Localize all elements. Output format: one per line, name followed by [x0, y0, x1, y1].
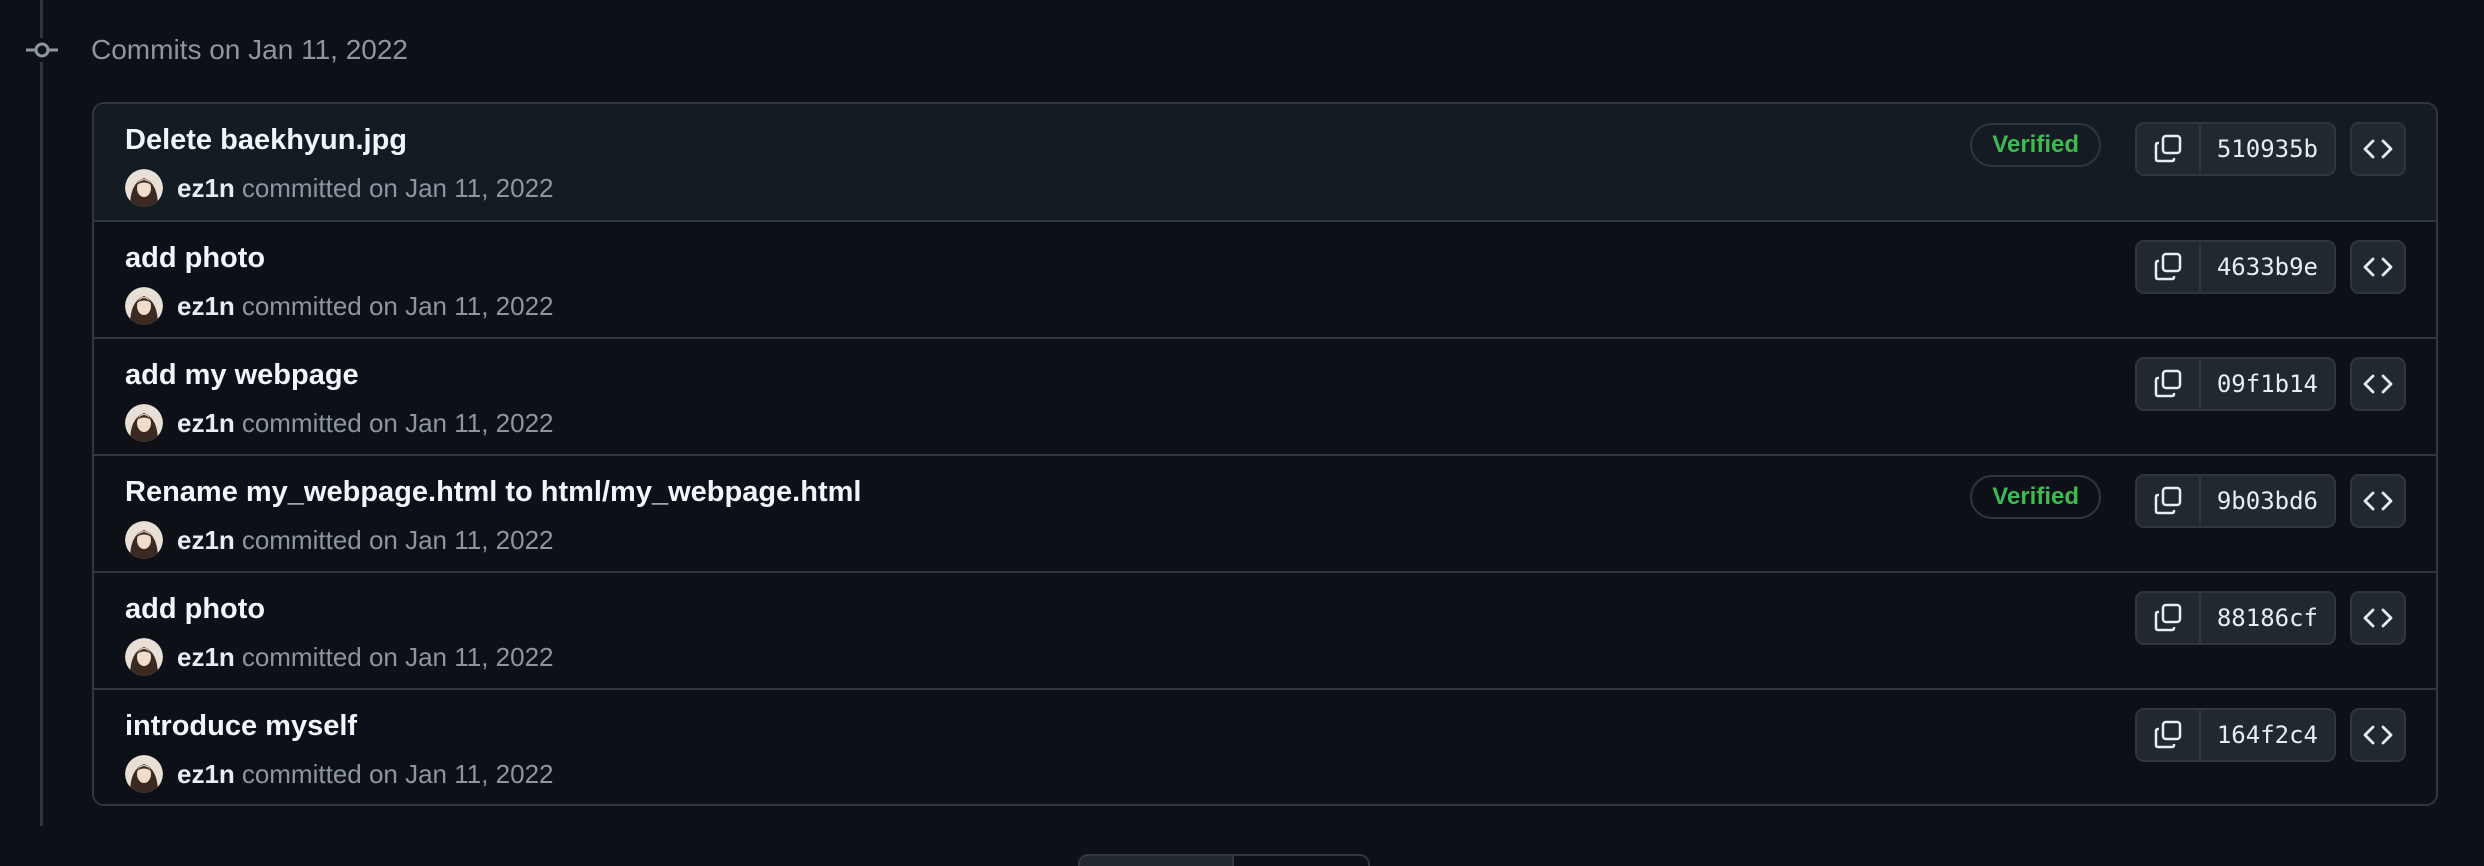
avatar[interactable]	[125, 638, 163, 676]
browse-repo-button[interactable]	[2350, 122, 2406, 176]
code-icon	[2363, 725, 2393, 745]
timeline-line	[40, 0, 43, 826]
commit-meta: ez1n committed on Jan 11, 2022	[125, 403, 554, 443]
commit-meta: ez1n committed on Jan 11, 2022	[125, 637, 554, 677]
verified-badge[interactable]: Verified	[1970, 475, 2101, 519]
commit-author-link[interactable]: ez1n	[177, 408, 235, 439]
commit-title-link[interactable]: Rename my_webpage.html to html/my_webpag…	[125, 472, 861, 512]
commit-author-link[interactable]: ez1n	[177, 642, 235, 673]
commit-title-link[interactable]: add photo	[125, 589, 265, 629]
copy-icon	[2154, 134, 2182, 163]
commit-sha-link[interactable]: 09f1b14	[2201, 359, 2334, 409]
commit-title-link[interactable]: add my webpage	[125, 355, 359, 395]
commit-meta: ez1n committed on Jan 11, 2022	[125, 286, 554, 326]
browse-repo-button[interactable]	[2350, 240, 2406, 294]
commit-sha-link[interactable]: 510935b	[2201, 124, 2334, 174]
commit-author-link[interactable]: ez1n	[177, 291, 235, 322]
avatar[interactable]	[125, 755, 163, 793]
sha-button-group: 09f1b14	[2134, 357, 2336, 411]
code-icon	[2363, 139, 2393, 159]
code-icon	[2363, 257, 2393, 277]
browse-repo-button[interactable]	[2350, 474, 2406, 528]
commit-title-link[interactable]: Delete baekhyun.jpg	[125, 120, 407, 160]
sha-button-group: 4633b9e	[2134, 240, 2336, 294]
commit-meta: ez1n committed on Jan 11, 2022	[125, 520, 554, 560]
commit-row: Rename my_webpage.html to html/my_webpag…	[94, 454, 2436, 571]
commit-meta: ez1n committed on Jan 11, 2022	[125, 168, 554, 208]
copy-icon	[2154, 486, 2182, 515]
code-icon	[2363, 491, 2393, 511]
verified-badge[interactable]: Verified	[1970, 123, 2101, 167]
commit-author-link[interactable]: ez1n	[177, 759, 235, 790]
commit-group-date: Commits on Jan 11, 2022	[91, 34, 408, 65]
commit-author-link[interactable]: ez1n	[177, 525, 235, 556]
browse-repo-button[interactable]	[2350, 708, 2406, 762]
previous-page-button[interactable]	[1080, 856, 1234, 866]
commit-date-text: committed on Jan 11, 2022	[241, 758, 554, 789]
sha-button-group: 164f2c4	[2134, 708, 2336, 762]
copy-sha-button[interactable]	[2137, 593, 2201, 643]
browse-repo-button[interactable]	[2350, 357, 2406, 411]
commit-date-text: committed on Jan 11, 2022	[241, 290, 554, 321]
commit-row: Delete baekhyun.jpg ez1n committed on Ja…	[94, 104, 2436, 220]
browse-repo-button[interactable]	[2350, 591, 2406, 645]
pagination	[1078, 854, 1370, 866]
avatar[interactable]	[125, 521, 163, 559]
avatar[interactable]	[125, 287, 163, 325]
commit-sha-link[interactable]: 164f2c4	[2201, 710, 2334, 760]
copy-sha-button[interactable]	[2137, 242, 2201, 292]
commit-sha-link[interactable]: 88186cf	[2201, 593, 2334, 643]
commit-row: add my webpage ez1n committed on Jan 11,…	[94, 337, 2436, 454]
commit-title-link[interactable]: add photo	[125, 238, 265, 278]
copy-sha-button[interactable]	[2137, 359, 2201, 409]
git-commit-icon	[26, 38, 58, 62]
avatar[interactable]	[125, 404, 163, 442]
commit-row: introduce myself ez1n committed on Jan 1…	[94, 688, 2436, 804]
commit-history: Commits on Jan 11, 2022 Delete baekhyun.…	[0, 0, 2484, 866]
sha-button-group: 9b03bd6	[2134, 474, 2336, 528]
avatar[interactable]	[125, 169, 163, 207]
commit-list: Delete baekhyun.jpg ez1n committed on Ja…	[92, 102, 2438, 806]
copy-icon	[2154, 252, 2182, 281]
commit-title-link[interactable]: introduce myself	[125, 706, 357, 746]
copy-sha-button[interactable]	[2137, 124, 2201, 174]
copy-icon	[2154, 720, 2182, 749]
commit-date-text: committed on Jan 11, 2022	[241, 641, 554, 672]
commit-row: add photo ez1n committed on Jan 11, 2022…	[94, 220, 2436, 337]
copy-icon	[2154, 603, 2182, 632]
commit-sha-link[interactable]: 9b03bd6	[2201, 476, 2334, 526]
copy-icon	[2154, 369, 2182, 398]
code-icon	[2363, 608, 2393, 628]
sha-button-group: 88186cf	[2134, 591, 2336, 645]
commit-date-text: committed on Jan 11, 2022	[241, 172, 554, 203]
code-icon	[2363, 374, 2393, 394]
copy-sha-button[interactable]	[2137, 476, 2201, 526]
commit-row: add photo ez1n committed on Jan 11, 2022…	[94, 571, 2436, 688]
commit-author-link[interactable]: ez1n	[177, 173, 235, 204]
commit-sha-link[interactable]: 4633b9e	[2201, 242, 2334, 292]
next-page-button[interactable]	[1234, 856, 1368, 866]
commit-date-text: committed on Jan 11, 2022	[241, 524, 554, 555]
copy-sha-button[interactable]	[2137, 710, 2201, 760]
commit-meta: ez1n committed on Jan 11, 2022	[125, 754, 554, 794]
sha-button-group: 510935b	[2134, 122, 2336, 176]
commit-date-text: committed on Jan 11, 2022	[241, 407, 554, 438]
